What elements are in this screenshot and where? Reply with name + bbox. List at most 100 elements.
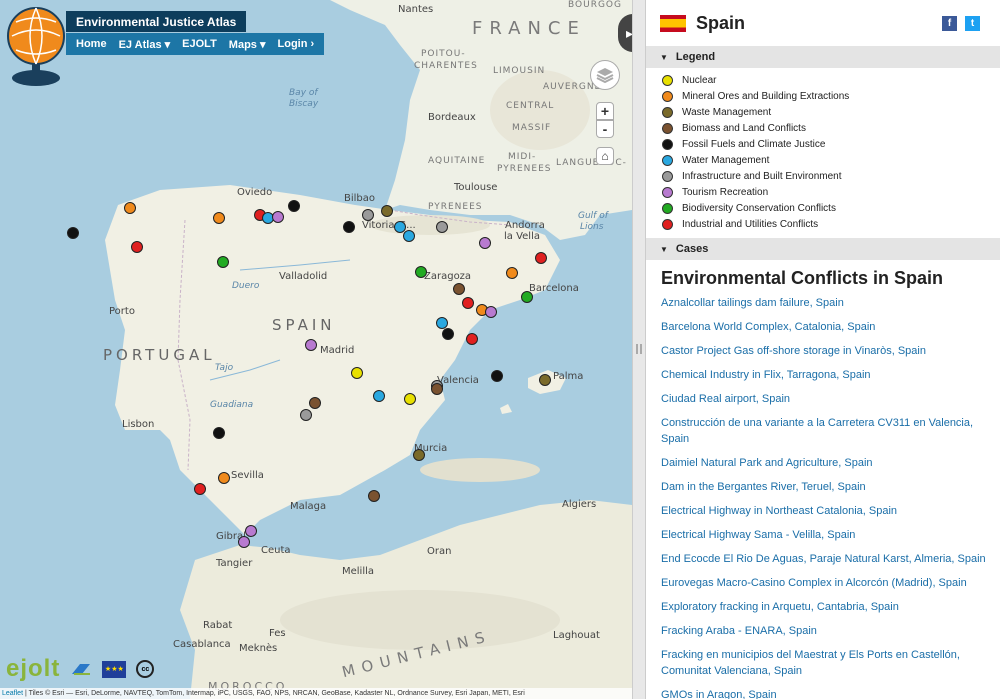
- legend-item: Water Management: [662, 152, 1000, 168]
- panel-resize-handle[interactable]: [632, 0, 646, 699]
- legend-item: Waste Management: [662, 104, 1000, 120]
- map-label-nantes: Nantes: [398, 4, 434, 15]
- marker-tourism[interactable]: [479, 237, 491, 249]
- marker-tourism[interactable]: [305, 339, 317, 351]
- case-link[interactable]: Exploratory fracking in Arquetu, Cantabr…: [661, 599, 986, 615]
- marker-biodiversity[interactable]: [521, 291, 533, 303]
- spain-flag-icon: [660, 14, 686, 32]
- marker-fossil-fuels[interactable]: [213, 427, 225, 439]
- map-label-melilla: Melilla: [342, 566, 375, 577]
- marker-fossil-fuels[interactable]: [343, 221, 355, 233]
- ejolt-logo[interactable]: ejolt: [6, 655, 60, 683]
- map-label-massif: MASSIF: [512, 123, 552, 133]
- marker-industrial[interactable]: [131, 241, 143, 253]
- marker-mineral[interactable]: [213, 212, 225, 224]
- case-link[interactable]: Daimiel Natural Park and Agriculture, Sp…: [661, 455, 986, 471]
- creative-commons-icon[interactable]: cc: [136, 660, 155, 678]
- marker-biomass[interactable]: [453, 283, 465, 295]
- nav-ej-atlas[interactable]: EJ Atlas ▾: [113, 38, 177, 51]
- marker-waste[interactable]: [381, 205, 393, 217]
- marker-tourism[interactable]: [245, 525, 257, 537]
- marker-waste[interactable]: [539, 374, 551, 386]
- marker-fossil-fuels[interactable]: [288, 200, 300, 212]
- marker-fossil-fuels[interactable]: [442, 328, 454, 340]
- case-link[interactable]: Eurovegas Macro-Casino Complex in Alcorc…: [661, 575, 986, 591]
- case-link[interactable]: Fracking Araba - ENARA, Spain: [661, 623, 986, 639]
- layers-icon[interactable]: [590, 60, 620, 90]
- nav-home[interactable]: Home: [70, 38, 113, 50]
- marker-water[interactable]: [373, 390, 385, 402]
- marker-mineral[interactable]: [218, 472, 230, 484]
- eu-flag-icon[interactable]: ★★★: [102, 660, 127, 678]
- case-link[interactable]: Ciudad Real airport, Spain: [661, 391, 986, 407]
- marker-infrastructure[interactable]: [300, 409, 312, 421]
- case-link[interactable]: Fracking en municipios del Maestrat y El…: [661, 647, 986, 679]
- partner-logo-icon[interactable]: [70, 660, 92, 678]
- marker-tourism[interactable]: [485, 306, 497, 318]
- legend-category-icon: [662, 74, 673, 86]
- legend-label: Waste Management: [682, 106, 772, 118]
- map-label-bordeaux: Bordeaux: [428, 112, 476, 123]
- legend-section-header[interactable]: ▼ Legend: [646, 46, 1000, 68]
- map[interactable]: Nantes FRANCE BOURGOG POITOU- CHARENTES …: [0, 0, 632, 699]
- case-link[interactable]: End Ecocde El Rio De Aguas, Paraje Natur…: [661, 551, 986, 567]
- case-link[interactable]: Barcelona World Complex, Catalonia, Spai…: [661, 319, 986, 335]
- marker-biomass[interactable]: [431, 383, 443, 395]
- leaflet-link[interactable]: Leaflet: [2, 690, 23, 697]
- marker-fossil-fuels[interactable]: [67, 227, 79, 239]
- zoom-in-button[interactable]: +: [596, 102, 614, 120]
- map-label-pyrenees: PYRENEES: [428, 202, 483, 212]
- case-link[interactable]: Castor Project Gas off-shore storage in …: [661, 343, 986, 359]
- globe-logo-icon[interactable]: [6, 4, 68, 88]
- footer-logos: ejolt ★★★ cc: [6, 655, 155, 683]
- map-label-midi: MIDI-: [508, 152, 537, 162]
- marker-tourism[interactable]: [238, 536, 250, 548]
- map-label-zaragoza: Zaragoza: [424, 271, 472, 282]
- marker-infrastructure[interactable]: [436, 221, 448, 233]
- home-icon[interactable]: ⌂: [596, 147, 614, 165]
- resize-grip-icon[interactable]: [636, 344, 642, 354]
- case-link[interactable]: Construcción de una variante a la Carret…: [661, 415, 986, 447]
- cases-section-header[interactable]: ▼ Cases: [646, 238, 1000, 260]
- marker-industrial[interactable]: [466, 333, 478, 345]
- marker-industrial[interactable]: [535, 252, 547, 264]
- marker-infrastructure[interactable]: [362, 209, 374, 221]
- marker-biodiversity[interactable]: [217, 256, 229, 268]
- marker-tourism[interactable]: [272, 211, 284, 223]
- marker-water[interactable]: [403, 230, 415, 242]
- marker-fossil-fuels[interactable]: [491, 370, 503, 382]
- legend-item: Biomass and Land Conflicts: [662, 120, 1000, 136]
- case-link[interactable]: Electrical Highway Sama - Velilla, Spain: [661, 527, 986, 543]
- facebook-icon[interactable]: f: [942, 16, 957, 31]
- nav-ejolt[interactable]: EJOLT: [176, 38, 223, 50]
- marker-mineral[interactable]: [124, 202, 136, 214]
- nav-login[interactable]: Login ›: [272, 38, 321, 50]
- site-title[interactable]: Environmental Justice Atlas: [66, 11, 247, 32]
- case-link[interactable]: GMOs in Aragon, Spain: [661, 687, 986, 699]
- marker-industrial[interactable]: [462, 297, 474, 309]
- map-label-algiers: Algiers: [562, 499, 597, 510]
- marker-nuclear[interactable]: [351, 367, 363, 379]
- zoom-out-button[interactable]: -: [596, 120, 614, 138]
- marker-nuclear[interactable]: [404, 393, 416, 405]
- marker-biomass[interactable]: [309, 397, 321, 409]
- case-link[interactable]: Aznalcollar tailings dam failure, Spain: [661, 295, 986, 311]
- legend-label: Water Management: [682, 154, 770, 166]
- nav-maps[interactable]: Maps ▾: [223, 38, 272, 51]
- legend-label: Nuclear: [682, 74, 717, 86]
- case-link[interactable]: Electrical Highway in Northeast Cataloni…: [661, 503, 986, 519]
- case-list: Aznalcollar tailings dam failure, Spain B…: [646, 295, 1000, 699]
- twitter-icon[interactable]: t: [965, 16, 980, 31]
- marker-waste[interactable]: [413, 449, 425, 461]
- case-link[interactable]: Dam in the Bergantes River, Teruel, Spai…: [661, 479, 986, 495]
- legend-item: Infrastructure and Built Environment: [662, 168, 1000, 184]
- side-panel: Spain f t ▼ Legend Nuclear Mineral Ores a…: [646, 0, 1000, 699]
- marker-biomass[interactable]: [368, 490, 380, 502]
- map-label-central: CENTRAL: [506, 101, 555, 111]
- marker-mineral[interactable]: [506, 267, 518, 279]
- map-label-charentes: CHARENTES: [414, 61, 478, 71]
- marker-industrial[interactable]: [194, 483, 206, 495]
- case-link[interactable]: Chemical Industry in Flix, Tarragona, Sp…: [661, 367, 986, 383]
- map-label-guadiana: Guadiana: [210, 400, 254, 410]
- marker-biodiversity[interactable]: [415, 266, 427, 278]
